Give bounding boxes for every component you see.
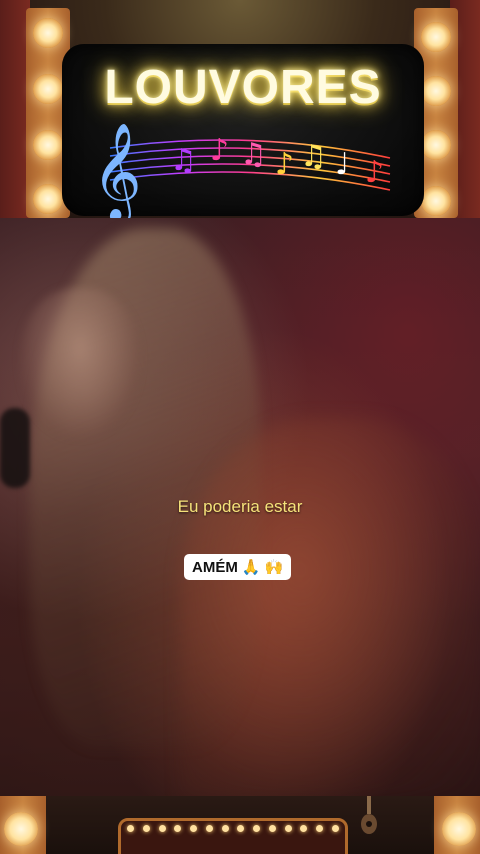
light-bulb-icon xyxy=(4,812,38,846)
light-bulb-icon xyxy=(421,76,451,106)
microphone-icon xyxy=(0,408,30,488)
svg-text:♪: ♪ xyxy=(365,155,384,190)
svg-text:♫: ♫ xyxy=(240,137,267,172)
lyrics-subtitle: Eu poderia estar xyxy=(177,497,303,516)
light-bulb-icon xyxy=(421,22,451,52)
light-bulb-icon xyxy=(421,130,451,160)
svg-text:♪: ♪ xyxy=(210,133,229,168)
louvores-banner: LOUVORES 𝄞 ♫ ♪ ♫ ♪ ♫ ♩ ♪ xyxy=(0,0,480,218)
light-bulb-icon xyxy=(33,130,63,160)
bulb-column-bottom-right xyxy=(434,796,480,854)
video-singer-body xyxy=(180,418,480,796)
light-bulb-icon xyxy=(33,184,63,214)
guitar-icon xyxy=(361,796,377,834)
amen-label: AMÉM xyxy=(192,558,238,576)
svg-text:♪: ♪ xyxy=(275,147,294,182)
louvores-sign: LOUVORES 𝄞 ♫ ♪ ♫ ♪ ♫ ♩ ♪ xyxy=(62,44,424,218)
amen-sticker[interactable]: AMÉM 🙏 🙌 xyxy=(184,554,292,580)
svg-text:♫: ♫ xyxy=(300,139,327,174)
bottom-banner xyxy=(0,796,480,854)
svg-text:♫: ♫ xyxy=(170,143,197,178)
light-bulb-icon xyxy=(33,18,63,48)
banner-title: LOUVORES xyxy=(104,61,382,114)
svg-text:♩: ♩ xyxy=(335,147,349,182)
light-bulb-icon xyxy=(421,186,451,216)
marquee-lights-icon xyxy=(118,818,348,854)
music-notes-icon: 𝄞 ♫ ♪ ♫ ♪ ♫ ♩ ♪ xyxy=(92,122,391,218)
video-singer-face xyxy=(20,288,140,438)
video-frame[interactable]: Eu poderia estar AMÉM 🙏 🙌 xyxy=(0,218,480,796)
light-bulb-icon xyxy=(33,74,63,104)
bulb-column-bottom-left xyxy=(0,796,46,854)
treble-clef-icon: 𝄞 xyxy=(92,122,142,218)
praying-hands-icon: 🙏 🙌 xyxy=(241,559,284,576)
light-bulb-icon xyxy=(442,812,476,846)
